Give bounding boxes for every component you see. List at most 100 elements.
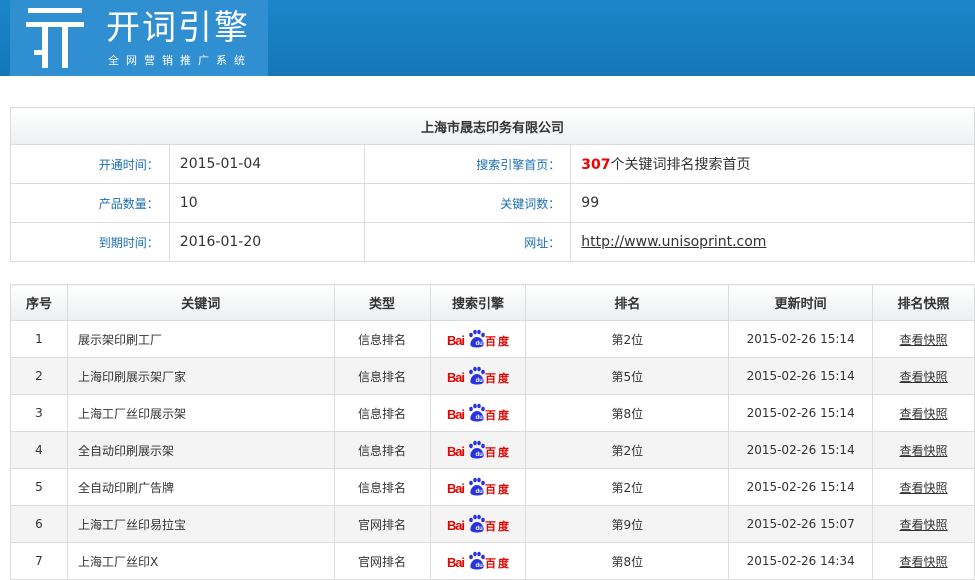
baidu-logo-icon: Bai du 百度Baidu百度 xyxy=(447,551,509,570)
row-rank: 第8位 xyxy=(525,542,730,580)
row-update-time: 2015-02-26 15:07 xyxy=(728,505,874,543)
table-header-row: 序号 关键词 类型 搜索引擎 排名 更新时间 排名快照 xyxy=(10,284,975,321)
svg-text:百度: 百度 xyxy=(485,334,509,348)
row-number: 7 xyxy=(10,542,68,580)
view-snapshot-link[interactable]: 查看快照 xyxy=(900,518,948,532)
baidu-logo-icon: Bai du 百度Baidu百度 xyxy=(447,440,509,459)
header-banner: 开词引擎 全网营销推广系统 xyxy=(0,0,975,76)
svg-text:Bai: Bai xyxy=(447,407,465,422)
row-update-time: 2015-02-26 15:14 xyxy=(728,357,874,395)
row-type: 信息排名 xyxy=(333,320,431,358)
row-number: 4 xyxy=(10,431,68,469)
table-row: 6上海工厂丝印易拉宝官网排名Baidu百度Baidu百度第9位2015-02-2… xyxy=(10,505,975,543)
expire-date-value: 2016-01-20 xyxy=(168,222,365,262)
row-engine: Baidu百度Baidu百度 xyxy=(429,468,527,506)
logo[interactable]: 开词引擎 全网营销推广系统 xyxy=(10,0,268,76)
table-row: 4全自动印刷展示架信息排名Baidu百度Baidu百度第2位2015-02-26… xyxy=(10,431,975,469)
row-engine: Baidu百度Baidu百度 xyxy=(429,542,527,580)
svg-text:Bai: Bai xyxy=(447,370,465,385)
row-keyword: 全自动印刷展示架 xyxy=(66,431,335,469)
svg-text:Bai: Bai xyxy=(447,333,465,348)
row-rank: 第2位 xyxy=(525,431,730,469)
table-row: 7上海工厂丝印X官网排名Baidu百度Baidu百度第8位2015-02-26 … xyxy=(10,542,975,580)
row-rank: 第8位 xyxy=(525,394,730,432)
logo-mark-icon xyxy=(26,8,84,68)
row-snapshot: 查看快照 xyxy=(872,468,975,506)
svg-text:百度: 百度 xyxy=(485,482,509,496)
row-engine: Baidu百度Baidu百度 xyxy=(429,431,527,469)
svg-text:百度: 百度 xyxy=(485,445,509,459)
baidu-logo-icon: Bai du 百度Baidu百度 xyxy=(447,366,509,385)
keyword-count-label: 关键词数： xyxy=(363,183,572,223)
row-number: 6 xyxy=(10,505,68,543)
row-snapshot: 查看快照 xyxy=(872,320,975,358)
col-header-type: 类型 xyxy=(333,284,431,321)
row-update-time: 2015-02-26 15:14 xyxy=(728,320,874,358)
svg-text:du: du xyxy=(475,378,483,384)
svg-text:du: du xyxy=(475,489,483,495)
row-snapshot: 查看快照 xyxy=(872,505,975,543)
svg-text:du: du xyxy=(475,563,483,569)
svg-text:du: du xyxy=(475,452,483,458)
col-header-no: 序号 xyxy=(10,284,68,321)
row-keyword: 展示架印刷工厂 xyxy=(66,320,335,358)
table-row: 1展示架印刷工厂信息排名Baidu百度Baidu百度第2位2015-02-26 … xyxy=(10,320,975,358)
row-rank: 第2位 xyxy=(525,468,730,506)
homepage-label: 搜索引擎首页： xyxy=(363,144,572,184)
col-header-engine: 搜索引擎 xyxy=(429,284,527,321)
svg-text:Bai: Bai xyxy=(447,481,465,496)
svg-text:百度: 百度 xyxy=(485,371,509,385)
row-type: 信息排名 xyxy=(333,394,431,432)
row-snapshot: 查看快照 xyxy=(872,357,975,395)
view-snapshot-link[interactable]: 查看快照 xyxy=(900,444,948,458)
svg-text:Bai: Bai xyxy=(447,444,465,459)
baidu-logo-icon: Bai du 百度Baidu百度 xyxy=(447,477,509,496)
baidu-logo-icon: Bai du 百度Baidu百度 xyxy=(447,403,509,422)
col-header-time: 更新时间 xyxy=(728,284,874,321)
company-name: 上海市晟志印务有限公司 xyxy=(10,107,975,145)
row-type: 官网排名 xyxy=(333,505,431,543)
svg-text:du: du xyxy=(475,526,483,532)
keyword-count-value: 99 xyxy=(570,183,975,223)
row-keyword: 全自动印刷广告牌 xyxy=(66,468,335,506)
row-snapshot: 查看快照 xyxy=(872,394,975,432)
baidu-logo-icon: Bai du 百度Baidu百度 xyxy=(447,329,509,348)
row-type: 官网排名 xyxy=(333,542,431,580)
row-update-time: 2015-02-26 15:14 xyxy=(728,431,874,469)
expire-date-label: 到期时间： xyxy=(10,222,170,262)
row-engine: Baidu百度Baidu百度 xyxy=(429,320,527,358)
homepage-text: 个关键词排名搜索首页 xyxy=(610,157,751,173)
row-number: 1 xyxy=(10,320,68,358)
baidu-logo-icon: Bai du 百度Baidu百度 xyxy=(447,514,509,533)
website-cell: http://www.unisoprint.com xyxy=(570,222,975,262)
view-snapshot-link[interactable]: 查看快照 xyxy=(900,555,948,569)
col-header-snapshot: 排名快照 xyxy=(872,284,975,321)
row-number: 5 xyxy=(10,468,68,506)
view-snapshot-link[interactable]: 查看快照 xyxy=(900,333,948,347)
company-info-table: 上海市晟志印务有限公司 开通时间： 2015-01-04 搜索引擎首页： 307… xyxy=(10,107,975,262)
website-label: 网址： xyxy=(363,222,572,262)
svg-text:du: du xyxy=(475,415,483,421)
table-row: 3上海工厂丝印展示架信息排名Baidu百度Baidu百度第8位2015-02-2… xyxy=(10,394,975,432)
website-link[interactable]: http://www.unisoprint.com xyxy=(581,234,766,250)
logo-title: 开词引擎 xyxy=(106,8,250,48)
row-number: 2 xyxy=(10,357,68,395)
table-row: 2上海印刷展示架厂家信息排名Baidu百度Baidu百度第5位2015-02-2… xyxy=(10,357,975,395)
view-snapshot-link[interactable]: 查看快照 xyxy=(900,370,948,384)
col-header-rank: 排名 xyxy=(525,284,730,321)
row-engine: Baidu百度Baidu百度 xyxy=(429,394,527,432)
product-count-label: 产品数量： xyxy=(10,183,170,223)
keyword-ranking-table: 序号 关键词 类型 搜索引擎 排名 更新时间 排名快照 1 展示架印刷工厂 信息排名… xyxy=(10,284,975,580)
row-keyword: 上海工厂丝印X xyxy=(66,542,335,580)
view-snapshot-link[interactable]: 查看快照 xyxy=(900,481,948,495)
row-rank: 第9位 xyxy=(525,505,730,543)
svg-text:百度: 百度 xyxy=(485,408,509,422)
row-snapshot: 查看快照 xyxy=(872,542,975,580)
row-type: 信息排名 xyxy=(333,431,431,469)
svg-text:百度: 百度 xyxy=(485,519,509,533)
row-update-time: 2015-02-26 15:14 xyxy=(728,468,874,506)
logo-subtitle: 全网营销推广系统 xyxy=(108,54,252,67)
row-rank: 第5位 xyxy=(525,357,730,395)
view-snapshot-link[interactable]: 查看快照 xyxy=(900,407,948,421)
svg-text:百度: 百度 xyxy=(485,556,509,570)
